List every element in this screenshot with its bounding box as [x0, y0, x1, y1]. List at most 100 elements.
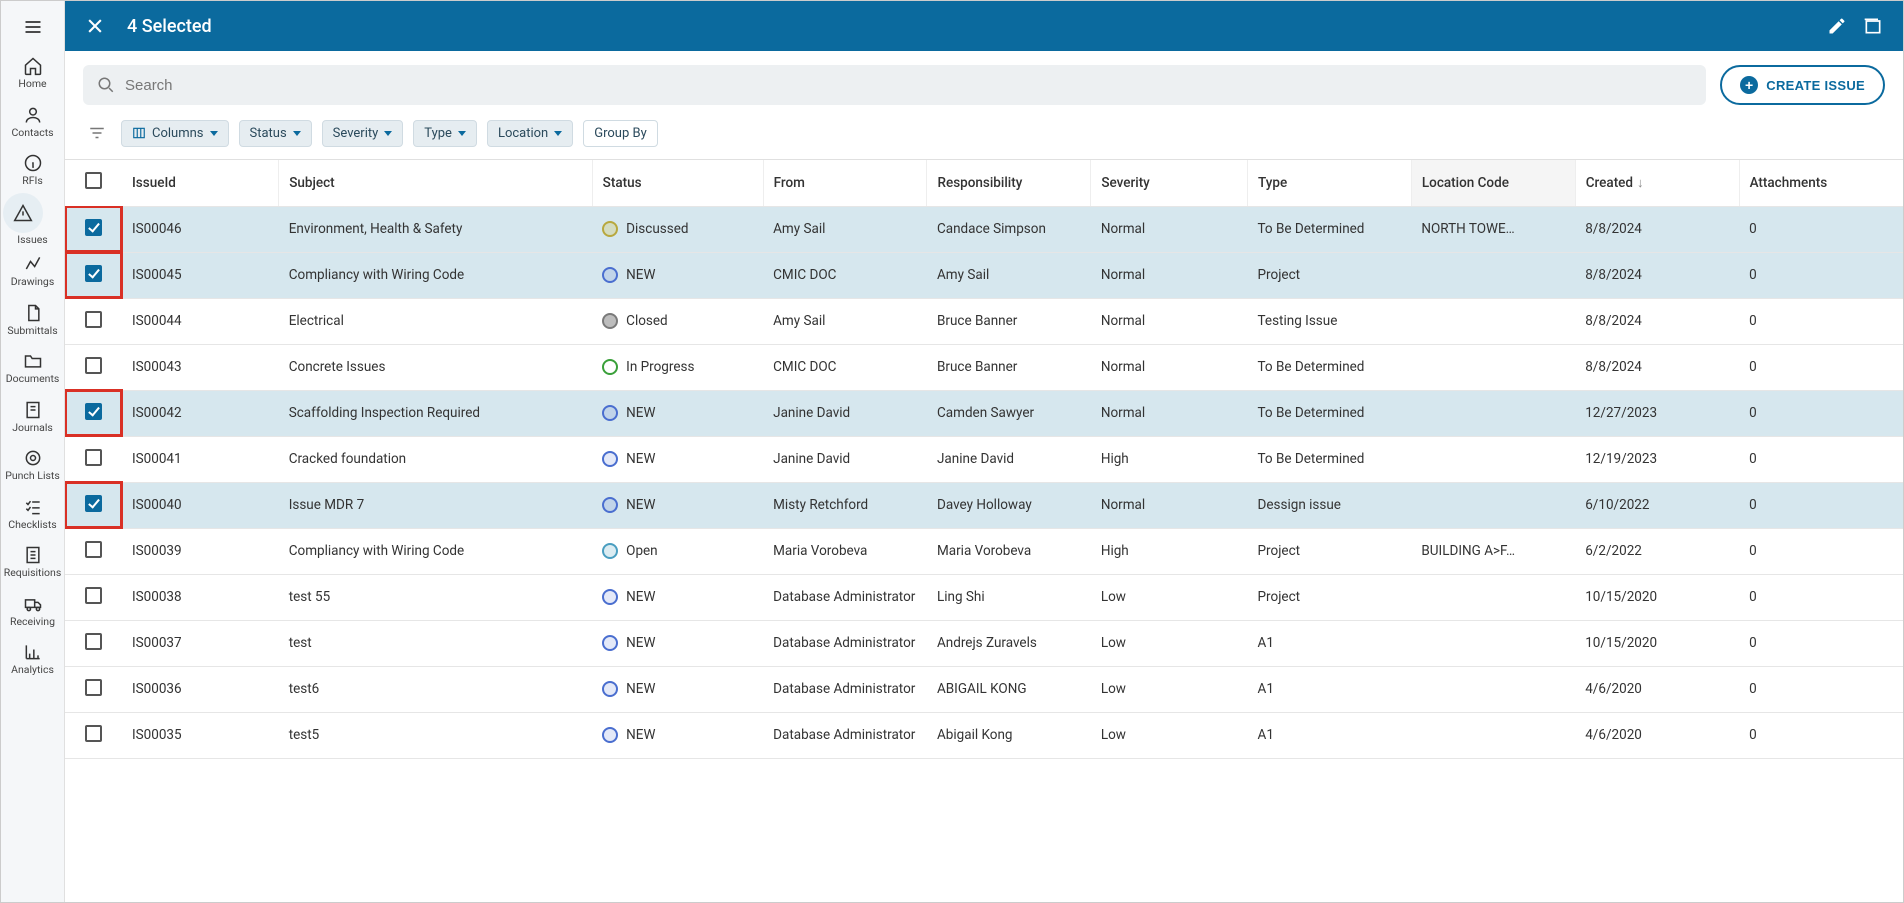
sidebar-item-rfis[interactable]: RFIs: [3, 144, 63, 193]
sidebar-item-home[interactable]: Home: [3, 47, 63, 96]
cell-created: 6/2/2022: [1575, 528, 1739, 574]
cell-location: [1411, 574, 1575, 620]
row-checkbox[interactable]: [85, 679, 102, 696]
create-issue-button[interactable]: + CREATE ISSUE: [1720, 65, 1885, 105]
row-checkbox[interactable]: [85, 541, 102, 558]
columns-chip[interactable]: Columns: [121, 120, 229, 147]
cell-status: Open: [592, 528, 763, 574]
location-chip[interactable]: Location: [487, 120, 573, 147]
columns-icon: [132, 126, 146, 140]
cell-type: A1: [1248, 712, 1412, 758]
cell-subject: Concrete Issues: [279, 344, 592, 390]
cell-severity: Normal: [1091, 482, 1248, 528]
sidebar-item-documents[interactable]: Documents: [3, 342, 63, 391]
table-row[interactable]: IS00036test6NEWDatabase AdministratorABI…: [65, 666, 1903, 712]
search-input[interactable]: [125, 77, 1692, 94]
cell-severity: Normal: [1091, 390, 1248, 436]
hamburger-button[interactable]: [9, 7, 57, 47]
sidebar-item-contacts[interactable]: Contacts: [3, 96, 63, 145]
col-severity[interactable]: Severity: [1091, 160, 1248, 206]
row-checkbox[interactable]: [85, 449, 102, 466]
table-row[interactable]: IS00037testNEWDatabase AdministratorAndr…: [65, 620, 1903, 666]
status-chip[interactable]: Status: [239, 120, 312, 147]
cell-type: To Be Determined: [1248, 206, 1412, 252]
table-row[interactable]: IS00043Concrete IssuesIn ProgressCMIC DO…: [65, 344, 1903, 390]
row-checkbox[interactable]: [85, 633, 102, 650]
cell-created: 8/8/2024: [1575, 252, 1739, 298]
row-checkbox[interactable]: [85, 357, 102, 374]
issues-table-wrap[interactable]: IssueId Subject Status From Responsibili…: [65, 159, 1903, 902]
cell-issueid: IS00036: [122, 666, 279, 712]
table-row[interactable]: IS00035test5NEWDatabase AdministratorAbi…: [65, 712, 1903, 758]
table-row[interactable]: IS00042Scaffolding Inspection RequiredNE…: [65, 390, 1903, 436]
table-row[interactable]: IS00040Issue MDR 7NEWMisty RetchfordDave…: [65, 482, 1903, 528]
edit-icon[interactable]: [1821, 10, 1853, 42]
type-chip[interactable]: Type: [413, 120, 477, 147]
groupby-chip[interactable]: Group By: [583, 120, 658, 147]
col-location[interactable]: Location Code: [1411, 160, 1575, 206]
table-row[interactable]: IS00045Compliancy with Wiring CodeNEWCMI…: [65, 252, 1903, 298]
col-subject[interactable]: Subject: [279, 160, 592, 206]
chart-icon: [22, 641, 44, 663]
cell-type: Project: [1248, 574, 1412, 620]
col-responsibility[interactable]: Responsibility: [927, 160, 1091, 206]
cell-subject: Electrical: [279, 298, 592, 344]
cell-type: A1: [1248, 666, 1412, 712]
sidebar-item-requisitions[interactable]: Requisitions: [3, 536, 63, 585]
row-checkbox[interactable]: [85, 403, 102, 420]
row-checkbox[interactable]: [85, 495, 102, 512]
col-from[interactable]: From: [763, 160, 927, 206]
library-icon[interactable]: [1857, 10, 1889, 42]
search-input-wrap[interactable]: [83, 65, 1706, 105]
select-all-checkbox[interactable]: [85, 172, 102, 189]
status-ring-icon: [602, 267, 618, 283]
cell-location: [1411, 666, 1575, 712]
cell-subject: test: [279, 620, 592, 666]
col-status[interactable]: Status: [592, 160, 763, 206]
cell-issueid: IS00046: [122, 206, 279, 252]
col-created[interactable]: Created↓: [1575, 160, 1739, 206]
issues-table: IssueId Subject Status From Responsibili…: [65, 160, 1903, 759]
table-row[interactable]: IS00039Compliancy with Wiring CodeOpenMa…: [65, 528, 1903, 574]
col-attachments[interactable]: Attachments: [1739, 160, 1903, 206]
col-issueid[interactable]: IssueId: [122, 160, 279, 206]
row-checkbox[interactable]: [85, 265, 102, 282]
search-icon: [97, 76, 115, 94]
table-row[interactable]: IS00044ElectricalClosedAmy SailBruce Ban…: [65, 298, 1903, 344]
sidebar-item-checklists[interactable]: Checklists: [3, 488, 63, 537]
cell-status: In Progress: [592, 344, 763, 390]
table-row[interactable]: IS00038test 55NEWDatabase AdministratorL…: [65, 574, 1903, 620]
row-checkbox[interactable]: [85, 219, 102, 236]
sidebar-item-label: Contacts: [11, 128, 53, 139]
sidebar-item-punch-lists[interactable]: Punch Lists: [3, 439, 63, 488]
col-type[interactable]: Type: [1248, 160, 1412, 206]
cell-status: NEW: [592, 252, 763, 298]
filter-icon[interactable]: [83, 119, 111, 147]
close-icon[interactable]: [79, 10, 111, 42]
sidebar-item-label: Documents: [6, 374, 60, 385]
sidebar-item-journals[interactable]: Journals: [3, 391, 63, 440]
sidebar-item-issues[interactable]: [3, 193, 43, 233]
severity-chip[interactable]: Severity: [322, 120, 404, 147]
sidebar-item-label: Checklists: [8, 520, 56, 531]
cell-attachments: 0: [1739, 528, 1903, 574]
sidebar-item-receiving[interactable]: Receiving: [3, 585, 63, 634]
sidebar-item-submittals[interactable]: Submittals: [3, 294, 63, 343]
cell-attachments: 0: [1739, 574, 1903, 620]
note-icon: [22, 399, 44, 421]
cell-subject: test5: [279, 712, 592, 758]
sidebar-item-drawings[interactable]: Drawings: [3, 245, 63, 294]
row-checkbox[interactable]: [85, 311, 102, 328]
table-row[interactable]: IS00041Cracked foundationNEWJanine David…: [65, 436, 1903, 482]
cell-issueid: IS00037: [122, 620, 279, 666]
row-checkbox[interactable]: [85, 587, 102, 604]
status-ring-icon: [602, 543, 618, 559]
chevron-down-icon: [384, 131, 392, 136]
cell-severity: Low: [1091, 620, 1248, 666]
cell-from: Database Administrator: [763, 620, 927, 666]
sidebar-item-analytics[interactable]: Analytics: [3, 633, 63, 682]
row-checkbox[interactable]: [85, 725, 102, 742]
table-row[interactable]: IS00046Environment, Health & SafetyDiscu…: [65, 206, 1903, 252]
cell-severity: Normal: [1091, 252, 1248, 298]
cell-severity: Normal: [1091, 344, 1248, 390]
